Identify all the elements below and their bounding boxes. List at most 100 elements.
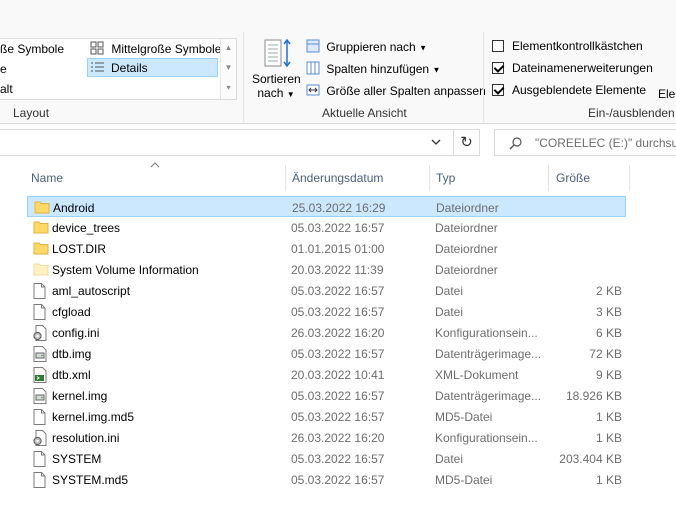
disk-image-icon <box>33 388 47 407</box>
layout-gallery: ße Symbole e alt Mittelgroße Symbole Det… <box>0 38 237 100</box>
chevron-down-icon: ▼ <box>432 65 441 75</box>
layout-item-details[interactable]: Details <box>87 58 218 77</box>
file-type: Datei <box>435 305 464 319</box>
file-row[interactable]: device_trees 05.03.2022 16:57 Dateiordner <box>27 217 626 238</box>
file-name: device_trees <box>52 221 121 235</box>
file-row[interactable]: System Volume Information 20.03.2022 11:3… <box>27 259 626 280</box>
file-size: 18.926 KB <box>565 389 622 403</box>
column-header-type[interactable]: Typ <box>436 171 455 185</box>
file-row[interactable]: dtb.xml 20.03.2022 10:41 XML-Dokument 9 KB <box>27 364 626 385</box>
sort-by-button[interactable]: Sortieren nach ▼ <box>252 38 301 100</box>
column-header-date[interactable]: Änderungsdatum <box>292 171 383 185</box>
hide-selected-items-button[interactable]: Elen <box>658 87 676 101</box>
group-by-button[interactable]: Gruppieren nach ▼ <box>306 39 427 56</box>
file-type: MD5-Datei <box>435 473 493 487</box>
file-icon <box>33 304 46 323</box>
column-header-size[interactable]: Größe <box>556 171 590 185</box>
file-row[interactable]: kernel.img.md5 05.03.2022 16:57 MD5-Datei 1… <box>27 406 626 427</box>
file-name: aml_autoscript <box>52 284 131 298</box>
file-date: 05.03.2022 16:57 <box>291 389 385 403</box>
address-bar[interactable] <box>0 129 480 156</box>
refresh-button[interactable]: ↻ <box>453 129 480 156</box>
file-size: 2 KB <box>595 284 622 298</box>
layout-item-small-icons[interactable]: e <box>0 62 7 76</box>
hidden-items-label[interactable]: Ausgeblendete Elemente <box>512 83 646 97</box>
file-row[interactable]: resolution.ini 26.03.2022 16:20 Konfigurat… <box>27 427 626 448</box>
column-divider[interactable] <box>548 165 549 191</box>
file-type: Konfigurationsein... <box>435 326 538 340</box>
file-row[interactable]: cfgload 05.03.2022 16:57 Datei 3 KB <box>27 301 626 322</box>
file-row[interactable]: aml_autoscript 05.03.2022 16:57 Datei 2 KB <box>27 280 626 301</box>
settings-file-icon <box>33 325 47 344</box>
file-row[interactable]: SYSTEM.md5 05.03.2022 16:57 MD5-Datei 1 KB <box>27 469 626 490</box>
column-divider[interactable] <box>285 165 286 191</box>
column-divider[interactable] <box>629 165 630 191</box>
layout-item-large-icons[interactable]: ße Symbole <box>0 42 64 56</box>
layout-group-label: Layout <box>13 106 50 120</box>
file-row[interactable]: config.ini 26.03.2022 16:20 Konfigurations… <box>27 322 626 343</box>
file-date: 05.03.2022 16:57 <box>291 305 385 319</box>
file-row[interactable]: SYSTEM 05.03.2022 16:57 Datei 203.404 KB <box>27 448 626 469</box>
fit-columns-button[interactable]: Größe aller Spalten anpassen <box>306 83 486 100</box>
file-row[interactable]: dtb.img 05.03.2022 16:57 Datenträgerimage.… <box>27 343 626 364</box>
add-columns-button[interactable]: Spalten hinzufügen ▼ <box>306 61 440 78</box>
file-type: MD5-Datei <box>435 410 493 424</box>
file-date: 20.03.2022 11:39 <box>291 263 384 277</box>
file-size: 6 KB <box>595 326 622 340</box>
layout-item-medium-icons[interactable]: Mittelgroße Symbole <box>90 41 221 58</box>
ribbon-divider <box>483 32 484 122</box>
file-icon <box>33 409 46 428</box>
file-name: dtb.img <box>52 347 92 361</box>
file-name: Android <box>53 201 95 215</box>
folder-icon <box>33 220 49 237</box>
file-date: 05.03.2022 16:57 <box>291 347 385 361</box>
file-name: dtb.xml <box>52 368 91 382</box>
ribbon-divider <box>243 32 244 122</box>
file-extensions-label[interactable]: Dateinamenerweiterungen <box>512 61 653 75</box>
fit-columns-label: Größe aller Spalten anpassen <box>326 83 486 98</box>
column-divider[interactable] <box>429 165 430 191</box>
sort-by-label-1: Sortieren <box>252 72 301 86</box>
file-date: 01.01.2015 01:00 <box>291 242 385 256</box>
file-name: cfgload <box>52 305 91 319</box>
settings-file-icon <box>33 430 47 449</box>
medium-icons-label: Mittelgroße Symbole <box>111 41 222 56</box>
scroll-up-icon[interactable]: ▲ <box>221 39 236 57</box>
file-size: 72 KB <box>589 347 622 361</box>
file-date: 05.03.2022 16:57 <box>291 221 385 235</box>
chevron-down-icon[interactable] <box>430 136 442 151</box>
hidden-items-checkbox[interactable] <box>492 84 504 96</box>
details-icon <box>90 61 105 77</box>
file-date: 05.03.2022 16:57 <box>291 284 385 298</box>
file-name: kernel.img.md5 <box>52 410 135 424</box>
file-date: 05.03.2022 16:57 <box>291 410 385 424</box>
file-size: 1 KB <box>595 473 622 487</box>
sort-ascending-icon <box>150 160 160 170</box>
file-row[interactable]: LOST.DIR 01.01.2015 01:00 Dateiordner <box>27 238 626 259</box>
ribbon: ße Symbole e alt Mittelgroße Symbole Det… <box>0 0 676 124</box>
file-size: 203.404 KB <box>559 452 622 466</box>
gallery-expand-icon[interactable]: ▾ <box>221 79 236 97</box>
file-date: 25.03.2022 16:29 <box>292 201 386 215</box>
column-header-name[interactable]: Name <box>31 171 63 185</box>
layout-item-content[interactable]: alt <box>0 82 13 96</box>
file-size: 1 KB <box>595 410 622 424</box>
details-label: Details <box>111 61 148 75</box>
scroll-down-icon[interactable]: ▼ <box>221 59 236 77</box>
item-checkboxes-checkbox[interactable] <box>492 40 504 52</box>
item-checkboxes-label[interactable]: Elementkontrollkästchen <box>512 39 643 53</box>
search-placeholder: "COREELEC (E:)" durchsuchen <box>535 136 676 150</box>
file-icon <box>33 283 46 302</box>
add-columns-icon <box>306 61 320 78</box>
search-box[interactable]: "COREELEC (E:)" durchsuchen <box>494 129 676 156</box>
file-type: Konfigurationsein... <box>435 431 538 445</box>
file-type: Dateiordner <box>435 242 498 256</box>
layout-gallery-scroll[interactable]: ▲ ▼ ▾ <box>220 39 236 99</box>
file-date: 26.03.2022 16:20 <box>291 431 385 445</box>
file-date: 20.03.2022 10:41 <box>291 368 385 382</box>
file-row[interactable]: Android 25.03.2022 16:29 Dateiordner <box>27 196 626 217</box>
file-name: resolution.ini <box>52 431 120 445</box>
file-extensions-checkbox[interactable] <box>492 62 504 74</box>
file-row[interactable]: kernel.img 05.03.2022 16:57 Datenträgerima… <box>27 385 626 406</box>
search-icon <box>509 136 523 153</box>
